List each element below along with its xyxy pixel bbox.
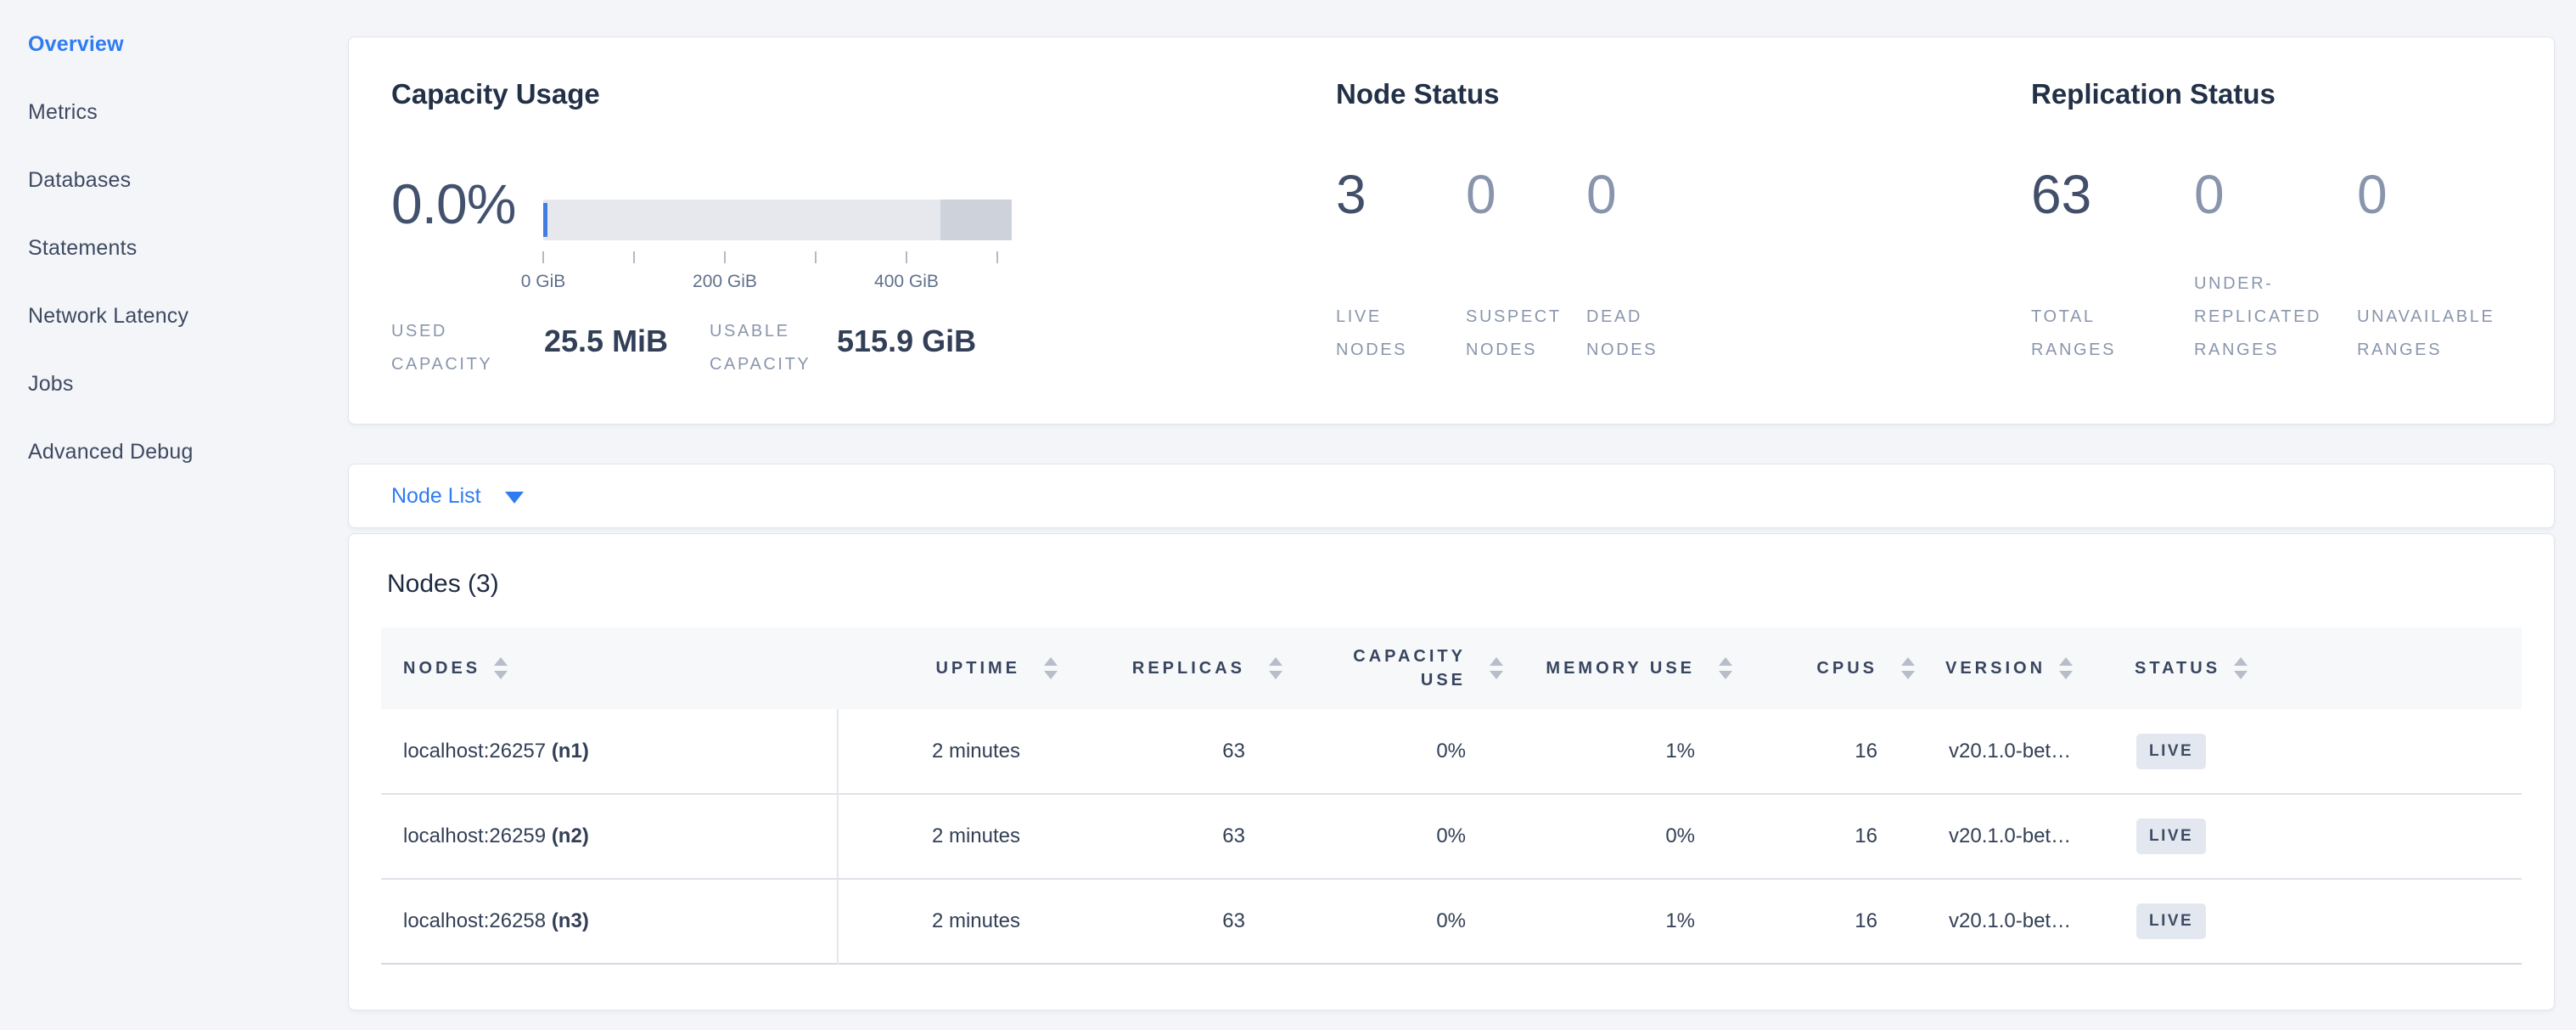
capacity-use-cell: 0%	[1257, 709, 1478, 794]
replicas-cell: 63	[1032, 794, 1257, 879]
sidebar-item-jobs[interactable]: Jobs	[28, 350, 348, 418]
node-address-cell[interactable]: localhost:26257 (n1)	[381, 709, 838, 794]
status-badge: LIVE	[2136, 734, 2206, 769]
status-cell: LIVE	[2131, 879, 2522, 964]
sidebar-item-databases[interactable]: Databases	[28, 146, 348, 214]
axis-tick	[996, 251, 998, 263]
capacity-used-percent: 0.0%	[391, 172, 515, 236]
sort-icon	[2234, 657, 2248, 679]
cluster-overview-page: Overview Metrics Databases Statements Ne…	[0, 0, 2576, 1030]
axis-tick	[815, 251, 817, 263]
axis-tick-label: 400 GiB	[874, 272, 939, 292]
column-header-replicas[interactable]: REPLICAS	[1032, 628, 1257, 709]
cpus-cell: 16	[1707, 709, 1889, 794]
unavailable-ranges-count: 0	[2357, 167, 2388, 222]
table-row[interactable]: localhost:26257 (n1) 2 minutes 63 0% 1% …	[381, 709, 2522, 794]
uptime-cell: 2 minutes	[838, 709, 1032, 794]
node-status-title: Node Status	[1336, 78, 1500, 110]
memory-use-cell: 0%	[1478, 794, 1707, 879]
table-row[interactable]: localhost:26258 (n3) 2 minutes 63 0% 1% …	[381, 879, 2522, 964]
total-ranges-label: TOTAL RANGES	[2031, 301, 2141, 367]
node-list-dropdown-card: Node List	[348, 464, 2555, 528]
nodes-table: NODES UPTIME REPLICAS CAPACIT	[381, 628, 2522, 965]
caret-down-icon	[505, 492, 524, 504]
used-capacity-label: USED CAPACITY	[391, 315, 527, 381]
sidebar-item-advanced-debug[interactable]: Advanced Debug	[28, 418, 348, 486]
unavailable-ranges-label: UNAVAILABLE RANGES	[2357, 301, 2556, 367]
column-header-version[interactable]: VERSION	[1889, 628, 2131, 709]
column-header-memory-use[interactable]: MEMORY USE	[1478, 628, 1707, 709]
axis-tick-label: 0 GiB	[521, 272, 566, 292]
memory-use-cell: 1%	[1478, 709, 1707, 794]
nodes-table-title: Nodes (3)	[387, 570, 2554, 599]
status-badge: LIVE	[2136, 819, 2206, 854]
replicas-cell: 63	[1032, 879, 1257, 964]
table-header-row: NODES UPTIME REPLICAS CAPACIT	[381, 628, 2522, 709]
axis-tick	[542, 251, 544, 263]
axis-tick-label: 200 GiB	[693, 272, 757, 292]
capacity-gauge-reserved-segment	[940, 200, 1012, 240]
main-content: Capacity Usage 0.0% 0 GiB 200 GiB 400 Gi…	[348, 0, 2555, 1010]
sidebar-item-network-latency[interactable]: Network Latency	[28, 282, 348, 350]
capacity-gauge-used-segment	[543, 203, 547, 237]
dead-nodes-label: DEAD NODES	[1586, 301, 1680, 367]
replicas-cell: 63	[1032, 709, 1257, 794]
dead-nodes-count: 0	[1586, 167, 1617, 222]
node-status-section: Node Status 3 0 0 LIVE NODES SUSPECT NOD…	[1336, 37, 2015, 424]
column-header-nodes[interactable]: NODES	[381, 628, 838, 709]
column-header-capacity-use[interactable]: CAPACITY USE	[1257, 628, 1478, 709]
capacity-gauge-bar	[543, 200, 1012, 240]
table-row[interactable]: localhost:26259 (n2) 2 minutes 63 0% 0% …	[381, 794, 2522, 879]
column-header-cpus[interactable]: CPUS	[1707, 628, 1889, 709]
live-nodes-count: 3	[1336, 167, 1367, 222]
cluster-summary-card: Capacity Usage 0.0% 0 GiB 200 GiB 400 Gi…	[348, 37, 2555, 425]
capacity-use-cell: 0%	[1257, 794, 1478, 879]
capacity-usage-section: Capacity Usage 0.0% 0 GiB 200 GiB 400 Gi…	[391, 37, 1333, 424]
replication-status-section: Replication Status 63 0 0 TOTAL RANGES U…	[2031, 37, 2549, 424]
nodes-table-card: Nodes (3) NODES UPTIME	[348, 533, 2555, 1010]
replication-status-title: Replication Status	[2031, 78, 2276, 110]
cpus-cell: 16	[1707, 794, 1889, 879]
node-address-cell[interactable]: localhost:26259 (n2)	[381, 794, 838, 879]
capacity-usage-title: Capacity Usage	[391, 78, 600, 110]
axis-tick	[724, 251, 726, 263]
sort-icon	[2059, 657, 2073, 679]
capacity-use-cell: 0%	[1257, 879, 1478, 964]
sidebar: Overview Metrics Databases Statements Ne…	[0, 0, 348, 1030]
version-cell: v20.1.0-bet…	[1889, 709, 2131, 794]
usable-capacity-label: USABLE CAPACITY	[710, 315, 854, 381]
axis-tick	[906, 251, 907, 263]
node-address-cell[interactable]: localhost:26258 (n3)	[381, 879, 838, 964]
column-header-uptime[interactable]: UPTIME	[838, 628, 1032, 709]
live-nodes-label: LIVE NODES	[1336, 301, 1429, 367]
status-cell: LIVE	[2131, 794, 2522, 879]
column-header-status[interactable]: STATUS	[2131, 628, 2522, 709]
suspect-nodes-label: SUSPECT NODES	[1466, 301, 1580, 367]
under-replicated-ranges-count: 0	[2194, 167, 2225, 222]
sidebar-item-metrics[interactable]: Metrics	[28, 78, 348, 146]
memory-use-cell: 1%	[1478, 879, 1707, 964]
sidebar-item-overview[interactable]: Overview	[28, 10, 348, 78]
sort-icon	[494, 657, 508, 679]
status-badge: LIVE	[2136, 903, 2206, 939]
suspect-nodes-count: 0	[1466, 167, 1496, 222]
usable-capacity-value: 515.9 GiB	[837, 324, 976, 359]
version-cell: v20.1.0-bet…	[1889, 879, 2131, 964]
axis-tick	[633, 251, 635, 263]
total-ranges-count: 63	[2031, 167, 2091, 222]
version-cell: v20.1.0-bet…	[1889, 794, 2131, 879]
node-list-dropdown[interactable]: Node List	[391, 484, 524, 509]
uptime-cell: 2 minutes	[838, 879, 1032, 964]
uptime-cell: 2 minutes	[838, 794, 1032, 879]
cpus-cell: 16	[1707, 879, 1889, 964]
used-capacity-value: 25.5 MiB	[544, 324, 668, 359]
status-cell: LIVE	[2131, 709, 2522, 794]
sidebar-item-statements[interactable]: Statements	[28, 214, 348, 282]
node-list-dropdown-label: Node List	[391, 484, 481, 509]
